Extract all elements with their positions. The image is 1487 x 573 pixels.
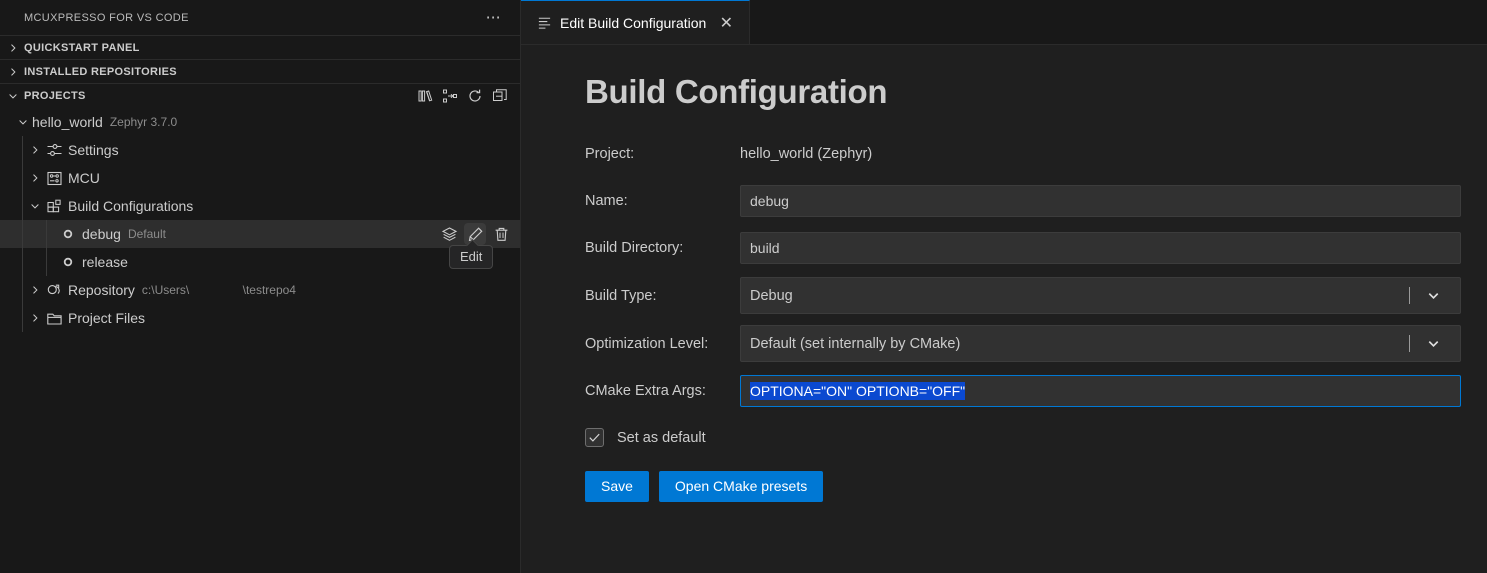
tree-item-mcu[interactable]: MCU	[0, 164, 520, 192]
chevron-right-icon	[26, 169, 44, 187]
tree-item-label: hello_world	[32, 114, 103, 130]
open-cmake-presets-button[interactable]: Open CMake presets	[658, 471, 824, 503]
collapse-all-icon[interactable]	[492, 88, 508, 104]
chevron-down-icon	[5, 88, 21, 104]
projects-tree: hello_world Zephyr 3.7.0 Settings MCU Bu…	[0, 107, 520, 332]
page-title: Build Configuration	[585, 73, 888, 110]
form-row-build-type: Build Type: Debug	[585, 277, 1461, 314]
sidebar-section-installed-repositories[interactable]: INSTALLED REPOSITORIES	[0, 59, 520, 83]
sidebar: MCUXPRESSO FOR VS CODE ⋯ QUICKSTART PANE…	[0, 0, 521, 573]
import-repository-icon[interactable]	[417, 88, 433, 104]
chevron-down-icon	[1426, 288, 1460, 303]
tree-item-label: Project Files	[68, 310, 146, 326]
refresh-icon[interactable]	[467, 88, 483, 104]
cmake-extra-args-value: OPTIONA="ON" OPTIONB="OFF"	[750, 382, 966, 400]
save-button[interactable]: Save	[585, 471, 649, 503]
cmake-extra-args-input[interactable]: OPTIONA="ON" OPTIONB="OFF"	[740, 375, 1461, 407]
sidebar-section-projects[interactable]: PROJECTS	[0, 83, 520, 107]
form-row-project: Project: hello_world (Zephyr)	[585, 136, 1461, 172]
set-as-default-checkbox[interactable]	[585, 428, 604, 447]
tree-item-debug[interactable]: debug Default	[0, 220, 520, 248]
build-type-value: Debug	[750, 287, 793, 304]
optimization-level-value: Default (set internally by CMake)	[750, 335, 961, 352]
circle-dot-icon	[58, 253, 78, 271]
chevron-right-icon	[5, 40, 21, 56]
build-type-select[interactable]: Debug	[740, 277, 1461, 314]
tree-item-description: c:\Users\ \testrepo4	[141, 283, 296, 297]
sidebar-header: MCUXPRESSO FOR VS CODE ⋯	[0, 0, 520, 35]
chevron-right-icon	[26, 309, 44, 327]
layers-icon[interactable]	[438, 223, 460, 245]
tree-item-build-configurations[interactable]: Build Configurations	[0, 192, 520, 220]
build-directory-label: Build Directory:	[585, 240, 684, 256]
tree-item-description: Zephyr 3.7.0	[109, 115, 178, 129]
tab-label: Edit Build Configuration	[560, 14, 707, 31]
set-as-default-row: Set as default	[585, 428, 1461, 447]
tree-item-description: Default	[127, 227, 166, 241]
form-row-optimization-level: Optimization Level: Default (set interna…	[585, 325, 1461, 362]
mcu-chip-icon	[44, 169, 64, 187]
select-divider	[1409, 287, 1410, 304]
build-configurations-icon	[44, 197, 64, 215]
tree-item-repository[interactable]: Repository c:\Users\ \testrepo4	[0, 276, 520, 304]
folder-icon	[44, 309, 64, 327]
tab-edit-build-configuration[interactable]: Edit Build Configuration ✕	[521, 0, 751, 44]
sidebar-section-quickstart-panel[interactable]: QUICKSTART PANEL	[0, 35, 520, 59]
chevron-right-icon	[26, 141, 44, 159]
set-as-default-label: Set as default	[617, 429, 706, 446]
circle-dot-icon	[58, 225, 78, 243]
chevron-right-icon	[5, 64, 21, 80]
select-divider	[1409, 335, 1410, 352]
build-directory-input[interactable]: build	[740, 232, 1461, 264]
optimization-level-select[interactable]: Default (set internally by CMake)	[740, 325, 1461, 362]
trash-delete-icon[interactable]	[490, 223, 512, 245]
build-type-label: Build Type:	[585, 287, 657, 304]
tab-bar: Edit Build Configuration ✕	[521, 0, 1487, 45]
project-value: hello_world (Zephyr)	[740, 146, 873, 162]
chevron-down-icon	[26, 197, 44, 215]
import-project-icon[interactable]	[442, 88, 458, 104]
settings-sliders-icon	[44, 141, 64, 159]
tree-item-release[interactable]: release	[0, 248, 520, 276]
optimization-level-label: Optimization Level:	[585, 335, 709, 352]
form-row-name: Name: debug	[585, 183, 1461, 219]
tree-item-label: Build Configurations	[68, 198, 194, 214]
form-row-cmake-extra-args: CMake Extra Args: OPTIONA="ON" OPTIONB="…	[585, 373, 1461, 409]
sidebar-section-label: INSTALLED REPOSITORIES	[24, 65, 177, 78]
sidebar-section-label: QUICKSTART PANEL	[24, 41, 140, 54]
project-label: Project:	[585, 146, 635, 162]
editor-area: Edit Build Configuration ✕ Build Configu…	[521, 0, 1487, 573]
cmake-extra-args-label: CMake Extra Args:	[585, 383, 706, 399]
tree-item-label: Repository	[68, 282, 135, 298]
close-icon[interactable]: ✕	[716, 13, 736, 33]
sidebar-more-actions-icon[interactable]: ⋯	[482, 10, 506, 25]
settings-editor-icon	[537, 15, 552, 30]
chevron-down-icon	[1426, 336, 1460, 351]
build-configuration-form: Build Configuration Project: hello_world…	[521, 45, 1487, 573]
tree-item-project-files[interactable]: Project Files	[0, 304, 520, 332]
tree-item-label: debug	[82, 226, 121, 242]
sidebar-section-label: PROJECTS	[24, 89, 86, 102]
repository-icon	[44, 281, 64, 299]
tree-item-hello-world[interactable]: hello_world Zephyr 3.7.0	[0, 108, 520, 136]
tree-item-label: Settings	[68, 142, 119, 158]
chevron-right-icon	[26, 281, 44, 299]
chevron-down-icon	[14, 113, 32, 131]
tree-item-label: release	[82, 254, 128, 270]
vscode-window: MCUXPRESSO FOR VS CODE ⋯ QUICKSTART PANE…	[0, 0, 1487, 573]
tree-item-label: MCU	[68, 170, 100, 186]
form-row-build-directory: Build Directory: build	[585, 230, 1461, 266]
form-actions: Save Open CMake presets	[585, 471, 1461, 503]
sidebar-title: MCUXPRESSO FOR VS CODE	[24, 11, 189, 24]
checkmark-icon	[589, 433, 600, 442]
name-label: Name:	[585, 193, 628, 209]
projects-toolbar	[417, 88, 520, 104]
edit-tooltip: Edit	[449, 245, 494, 269]
name-input[interactable]: debug	[740, 185, 1461, 217]
tree-item-settings[interactable]: Settings	[0, 136, 520, 164]
tab-bar-empty-space	[750, 0, 1487, 44]
